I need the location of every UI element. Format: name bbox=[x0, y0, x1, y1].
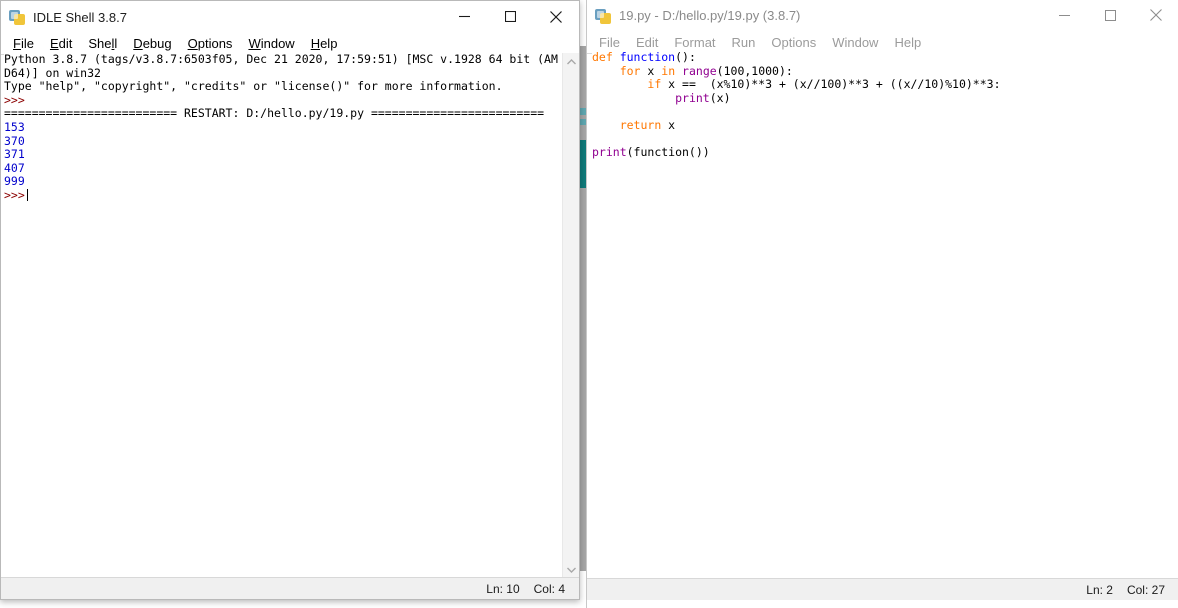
menu-window[interactable]: Window bbox=[824, 34, 886, 52]
shell-menubar[interactable]: File Edit Shell Debug Options Window Hel… bbox=[1, 33, 579, 55]
shell-line-indicator: Ln: 10 bbox=[486, 581, 520, 596]
editor-title-text: 19.py - D:/hello.py/19.py (3.8.7) bbox=[619, 8, 801, 23]
python-logo-icon bbox=[595, 8, 611, 24]
code-line-2: for x in range(100,1000): bbox=[619, 63, 793, 78]
menu-help[interactable]: Help bbox=[303, 35, 346, 53]
shell-output-area[interactable]: Python 3.8.7 (tags/v3.8.7:6503f05, Dec 2… bbox=[4, 53, 564, 568]
shell-output-line-4: 999 bbox=[4, 174, 25, 189]
shell-window[interactable]: IDLE Shell 3.8.7 File Edit Shell Debug O… bbox=[0, 0, 580, 600]
shell-restart-line: ========================= RESTART: D:/he… bbox=[4, 106, 545, 121]
editor-window[interactable]: 19.py - D:/hello.py/19.py (3.8.7) File E… bbox=[586, 0, 1178, 608]
shell-output-line-1: 370 bbox=[4, 133, 25, 148]
menu-edit[interactable]: Edit bbox=[42, 35, 80, 53]
menu-options[interactable]: Options bbox=[763, 34, 824, 52]
minimize-icon[interactable] bbox=[1041, 0, 1087, 31]
close-icon[interactable] bbox=[533, 1, 579, 32]
shell-statusbar: Ln: 10 Col: 4 bbox=[1, 577, 579, 599]
editor-line-indicator: Ln: 2 bbox=[1086, 582, 1113, 597]
shell-banner-line-1: D64)] on win32 bbox=[4, 65, 101, 80]
maximize-icon[interactable] bbox=[487, 1, 533, 32]
code-line-6: return x bbox=[619, 117, 676, 132]
close-icon[interactable] bbox=[1133, 0, 1178, 31]
code-line-8: print(function()) bbox=[592, 145, 710, 160]
menu-shell[interactable]: Shell bbox=[80, 35, 125, 53]
menu-file[interactable]: File bbox=[591, 34, 628, 52]
code-line-4: print(x) bbox=[675, 90, 731, 105]
menu-help[interactable]: Help bbox=[886, 34, 929, 52]
code-line-1: def function(): bbox=[592, 51, 696, 64]
editor-statusbar: Ln: 2 Col: 27 bbox=[587, 578, 1178, 600]
menu-run[interactable]: Run bbox=[724, 34, 764, 52]
menu-file[interactable]: File bbox=[5, 35, 42, 53]
maximize-icon[interactable] bbox=[1087, 0, 1133, 31]
shell-vertical-scrollbar[interactable] bbox=[562, 53, 579, 578]
editor-code-area[interactable]: def function(): for x in range(100,1000)… bbox=[592, 51, 1178, 571]
shell-output-line-3: 407 bbox=[4, 160, 25, 175]
editor-caption-buttons[interactable] bbox=[1041, 0, 1178, 32]
background-window-scrollbar-mark-a bbox=[580, 108, 586, 115]
shell-active-prompt-line[interactable]: >>> bbox=[4, 188, 564, 203]
scroll-up-arrow[interactable] bbox=[563, 53, 579, 70]
shell-titlebar[interactable]: IDLE Shell 3.8.7 bbox=[1, 1, 579, 33]
menu-edit[interactable]: Edit bbox=[628, 34, 666, 52]
shell-banner-line-0: Python 3.8.7 (tags/v3.8.7:6503f05, Dec 2… bbox=[4, 53, 558, 66]
code-line-3: if x == (x%10)**3 + (x//100)**3 + ((x//1… bbox=[647, 77, 1001, 92]
minimize-icon[interactable] bbox=[441, 1, 487, 32]
background-window-scrollbar-mark-b bbox=[580, 119, 586, 125]
editor-col-indicator: Col: 27 bbox=[1126, 582, 1165, 597]
shell-output-line-0: 153 bbox=[4, 119, 25, 134]
python-logo-icon bbox=[9, 9, 25, 25]
shell-col-indicator: Col: 4 bbox=[533, 581, 565, 596]
shell-prompt-line: >>> bbox=[4, 92, 25, 107]
editor-titlebar[interactable]: 19.py - D:/hello.py/19.py (3.8.7) bbox=[587, 0, 1178, 32]
shell-title-text: IDLE Shell 3.8.7 bbox=[33, 9, 127, 25]
shell-output-line-2: 371 bbox=[4, 147, 25, 162]
shell-banner-line-2: Type "help", "copyright", "credits" or "… bbox=[4, 79, 503, 94]
scroll-down-arrow[interactable] bbox=[563, 561, 579, 578]
menu-window[interactable]: Window bbox=[240, 35, 302, 53]
shell-caption-buttons[interactable] bbox=[441, 1, 579, 33]
menu-options[interactable]: Options bbox=[180, 35, 241, 53]
background-window-scrollbar-thumb bbox=[580, 140, 586, 188]
menu-debug[interactable]: Debug bbox=[125, 35, 179, 53]
menu-format[interactable]: Format bbox=[666, 34, 723, 52]
text-caret bbox=[26, 188, 28, 201]
